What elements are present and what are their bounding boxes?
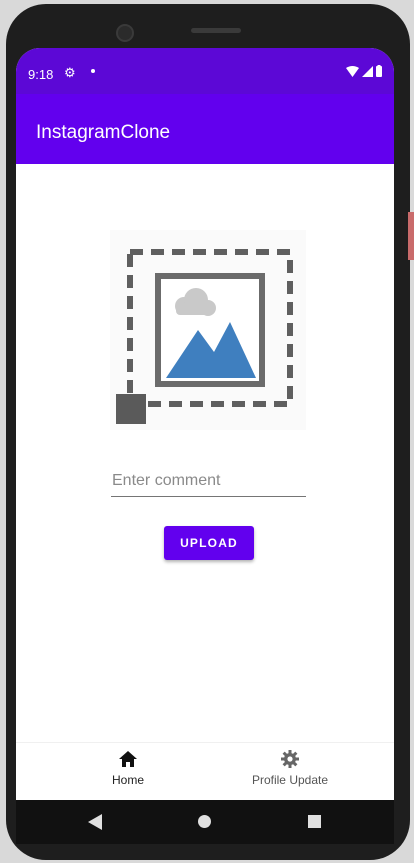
status-bar: 9:18 ⚙: [16, 48, 394, 94]
comment-input[interactable]: [111, 468, 306, 497]
image-preview[interactable]: [110, 230, 306, 430]
notification-dot-icon: [91, 69, 95, 73]
app-screen: 9:18 ⚙ InstagramClone Enter comment UPLO…: [16, 48, 394, 800]
image-placeholder-icon: [116, 249, 293, 424]
battery-icon: [376, 65, 382, 80]
earpiece-speaker: [191, 28, 241, 33]
side-button: [408, 212, 414, 260]
system-home-icon[interactable]: [198, 815, 211, 828]
system-navigation-bar: [16, 800, 394, 844]
status-time: 9:18: [28, 67, 54, 82]
bottom-navigation: Home Profile Update: [16, 742, 394, 800]
nav-label-home: Home: [111, 773, 144, 787]
front-camera: [116, 24, 134, 42]
home-icon: [118, 749, 138, 769]
gear-icon: [280, 749, 300, 769]
app-title: InstagramClone: [36, 122, 171, 143]
nav-label-profile-update: Profile Update: [251, 773, 329, 787]
signal-icon: [362, 65, 373, 80]
recent-apps-icon[interactable]: [308, 815, 321, 828]
nav-item-profile-update[interactable]: Profile Update: [220, 749, 360, 787]
status-icons: [346, 65, 382, 80]
upload-button[interactable]: UPLOAD: [164, 526, 254, 560]
settings-notification-icon: ⚙: [64, 65, 76, 80]
back-icon[interactable]: [88, 814, 102, 835]
wifi-icon: [346, 65, 359, 80]
nav-item-home[interactable]: Home: [58, 749, 198, 787]
app-bar: InstagramClone: [16, 94, 394, 164]
